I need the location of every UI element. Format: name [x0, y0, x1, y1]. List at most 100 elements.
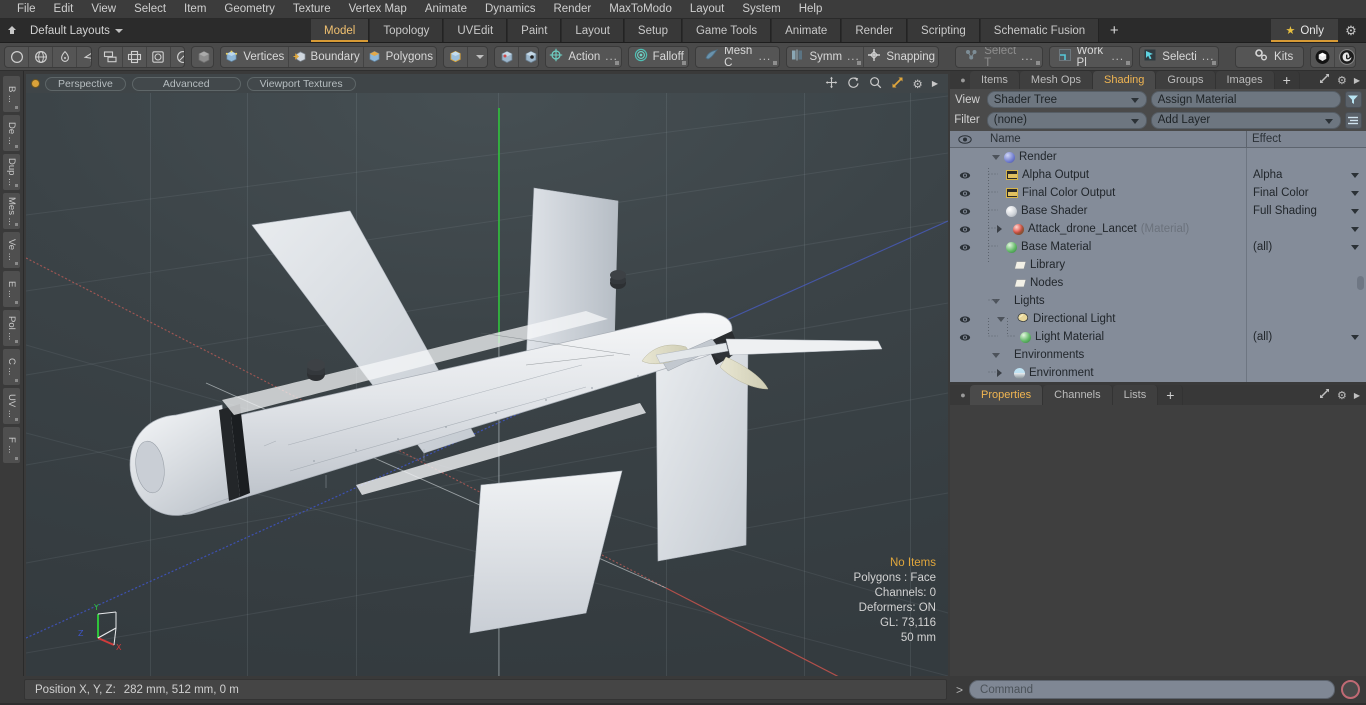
- kits-button[interactable]: Kits: [1236, 47, 1304, 67]
- vtab-vertex[interactable]: Ve ...: [2, 231, 21, 269]
- eye-toggle[interactable]: [950, 225, 980, 234]
- tab-groups[interactable]: Groups: [1156, 71, 1216, 89]
- menu-item-help[interactable]: Help: [790, 0, 832, 19]
- menu-item-render[interactable]: Render: [544, 0, 600, 19]
- lasso-icon[interactable]: [77, 47, 91, 67]
- table-row[interactable]: Nodes: [950, 274, 1366, 292]
- crosshair-box-icon[interactable]: [123, 46, 147, 67]
- chevron-down-icon[interactable]: [997, 316, 1005, 322]
- assign-material-field[interactable]: Assign Material: [1150, 91, 1341, 108]
- tree-row-effect-cell[interactable]: Final Color: [1246, 184, 1366, 202]
- axis-gizmo[interactable]: Y X Z: [76, 598, 136, 654]
- item-mode-button[interactable]: [444, 46, 469, 67]
- menu-item-edit[interactable]: Edit: [45, 0, 83, 19]
- tab-images[interactable]: Images: [1215, 71, 1275, 89]
- viewport-more-icon[interactable]: ▶: [932, 79, 938, 88]
- menu-item-animate[interactable]: Animate: [416, 0, 476, 19]
- circle-icon[interactable]: [5, 46, 29, 67]
- unreal-engine-icon[interactable]: [1335, 47, 1355, 67]
- viewport-projection-dropdown[interactable]: Perspective: [45, 76, 126, 91]
- tab-layout[interactable]: Layout: [561, 19, 624, 42]
- menu-item-item[interactable]: Item: [175, 0, 215, 19]
- viewport-gear-icon[interactable]: ⚙: [913, 77, 923, 91]
- tab-schematic-fusion[interactable]: Schematic Fusion: [979, 19, 1100, 42]
- panel-menu-dot[interactable]: ●: [956, 71, 970, 89]
- tree-row-effect-cell[interactable]: (all): [1246, 328, 1366, 346]
- vertices-mode-button[interactable]: Vertices: [221, 46, 290, 67]
- tree-row-effect-cell[interactable]: Full Shading: [1246, 202, 1366, 220]
- eye-toggle[interactable]: [950, 207, 980, 216]
- work-plane-button[interactable]: Work Pl ...: [1050, 47, 1133, 67]
- tab-lists[interactable]: Lists: [1112, 385, 1159, 405]
- eye-toggle[interactable]: [950, 171, 980, 180]
- chevron-right-icon[interactable]: [997, 369, 1002, 377]
- item-mode-dropdown[interactable]: [468, 47, 487, 67]
- tab-render[interactable]: Render: [841, 19, 908, 42]
- shader-tree[interactable]: Render Alpha Output Alpha Final Color Ou…: [950, 148, 1366, 382]
- tree-scroll-thumb[interactable]: [1357, 276, 1364, 290]
- polygons-mode-button[interactable]: Polygons: [364, 47, 436, 67]
- fullscreen-icon[interactable]: [891, 76, 904, 92]
- oval-icon[interactable]: [171, 47, 185, 67]
- pen-icon[interactable]: [53, 46, 77, 67]
- tab-animate[interactable]: Animate: [771, 19, 842, 42]
- chevron-right-icon[interactable]: [997, 225, 1002, 233]
- properties-menu-dot[interactable]: ●: [956, 385, 970, 405]
- add-layer-dropdown[interactable]: Add Layer: [1150, 111, 1341, 129]
- cube-snap-b-icon[interactable]: [519, 47, 538, 67]
- home-icon[interactable]: [0, 19, 24, 43]
- rotate-icon[interactable]: [847, 76, 860, 92]
- expand-icon[interactable]: [1319, 73, 1330, 87]
- default-layouts-dropdown[interactable]: Default Layouts: [24, 25, 123, 37]
- vtab-polygon[interactable]: Pol ...: [2, 309, 21, 347]
- tab-shading[interactable]: Shading: [1093, 71, 1157, 89]
- tree-row-effect-cell[interactable]: [1246, 220, 1366, 238]
- add-tab-button[interactable]: +: [1099, 19, 1130, 42]
- gear-icon[interactable]: ⚙: [1337, 74, 1347, 87]
- eye-toggle[interactable]: [950, 243, 980, 252]
- modo-cube-icon[interactable]: [1311, 46, 1336, 67]
- tab-topology[interactable]: Topology: [369, 19, 444, 42]
- tab-model[interactable]: Model: [310, 19, 370, 42]
- menu-item-system[interactable]: System: [733, 0, 789, 19]
- mesh-constraint-button[interactable]: Mesh C ...: [696, 47, 779, 67]
- vtab-edge[interactable]: E ...: [2, 270, 21, 308]
- boundary-mode-button[interactable]: Boundary: [289, 46, 365, 67]
- viewport-3d[interactable]: No Items Polygons : Face Channels: 0 Def…: [26, 93, 948, 676]
- tab-paint[interactable]: Paint: [507, 19, 562, 42]
- chevron-down-icon[interactable]: [992, 154, 1000, 160]
- tab-channels[interactable]: Channels: [1043, 385, 1113, 405]
- table-row[interactable]: Directional Light: [950, 310, 1366, 328]
- command-input[interactable]: Command: [969, 680, 1335, 699]
- table-row[interactable]: Base Material (all): [950, 238, 1366, 256]
- table-row[interactable]: Alpha Output Alpha: [950, 166, 1366, 184]
- table-row[interactable]: Environment: [950, 364, 1366, 382]
- menu-item-maxtomodo[interactable]: MaxToModo: [600, 0, 681, 19]
- table-row[interactable]: Light Material (all): [950, 328, 1366, 346]
- tree-row-effect-cell[interactable]: (all): [1246, 238, 1366, 256]
- only-toggle[interactable]: ★ Only: [1271, 19, 1338, 42]
- menu-item-vertex-map[interactable]: Vertex Map: [340, 0, 416, 19]
- vtab-basic[interactable]: B ...: [2, 75, 21, 113]
- tab-uvedit[interactable]: UVEdit: [443, 19, 508, 42]
- more-icon[interactable]: ▶: [1354, 391, 1360, 400]
- eye-toggle[interactable]: [950, 189, 980, 198]
- table-row[interactable]: Final Color Output Final Color: [950, 184, 1366, 202]
- tab-scripting[interactable]: Scripting: [907, 19, 980, 42]
- table-row[interactable]: Library: [950, 256, 1366, 274]
- viewport-state-dot[interactable]: [32, 80, 39, 87]
- stack-icon[interactable]: [99, 46, 123, 67]
- menu-item-texture[interactable]: Texture: [284, 0, 340, 19]
- cube-snap-a-icon[interactable]: [495, 46, 520, 67]
- menu-item-geometry[interactable]: Geometry: [215, 0, 284, 19]
- vtab-fusion[interactable]: F ...: [2, 426, 21, 464]
- vtab-duplicate[interactable]: Dup ...: [2, 153, 21, 191]
- tab-game-tools[interactable]: Game Tools: [681, 19, 772, 42]
- viewport-shading-dropdown[interactable]: Advanced: [131, 76, 241, 91]
- list-lines-icon[interactable]: [1344, 111, 1362, 129]
- gear-icon[interactable]: ⚙: [1337, 389, 1347, 402]
- filter-funnel-icon[interactable]: [1344, 91, 1362, 108]
- menu-item-layout[interactable]: Layout: [681, 0, 734, 19]
- table-row[interactable]: Environments: [950, 346, 1366, 364]
- tab-properties[interactable]: Properties: [970, 385, 1044, 405]
